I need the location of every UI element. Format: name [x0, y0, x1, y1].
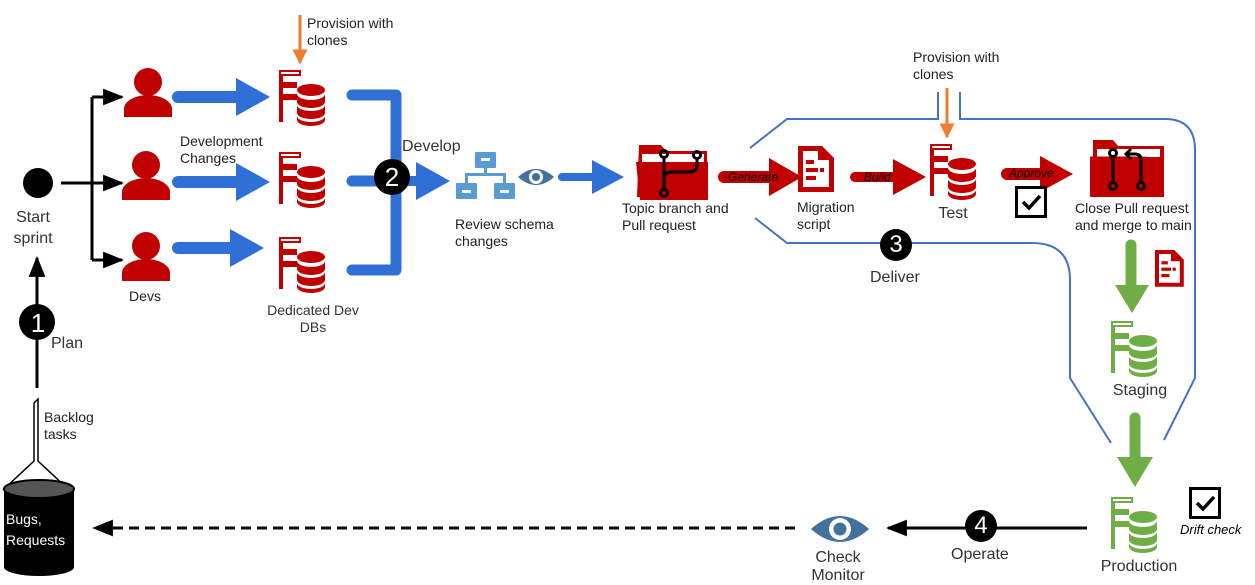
- server-database-icon: [279, 152, 325, 208]
- phase-1-label: Plan: [51, 335, 84, 352]
- provision-dev-label: Provision with clones: [307, 15, 394, 48]
- production-label: Production: [1100, 558, 1178, 575]
- review-to-branch-arrow: [558, 160, 624, 194]
- generate-label: Generate: [728, 170, 779, 184]
- eye-icon: [811, 516, 869, 542]
- bugs-requests-label: Bugs, Requests: [6, 511, 66, 548]
- phase-3-label: Deliver: [870, 269, 920, 286]
- checkbox-checked-icon: [1188, 486, 1222, 520]
- phase-3-number: 3: [889, 231, 903, 258]
- test-label: Test: [938, 205, 968, 222]
- phase-2-number: 2: [384, 162, 400, 192]
- topic-branch-label: Topic branch and Pull request: [622, 200, 729, 233]
- provision-test-label: Provision with clones: [913, 49, 1000, 82]
- dev-change-arrow-2: [172, 163, 270, 201]
- drift-check-label: Drift check: [1180, 522, 1242, 537]
- server-database-icon: [1111, 321, 1157, 377]
- deliver-outline-top-left: [749, 92, 939, 149]
- approve-label: Approve: [1009, 166, 1054, 180]
- staging-label: Staging: [1112, 382, 1168, 399]
- phase-1-number: 1: [30, 308, 46, 338]
- phase-4-label: Operate: [951, 546, 1009, 563]
- checkbox-checked-icon: [1014, 185, 1048, 219]
- script-document-icon: [798, 146, 834, 192]
- merge-to-staging-arrowhead: [1115, 285, 1149, 313]
- close-pr-label: Close Pull request and merge to main: [1075, 200, 1192, 233]
- dedicated-dbs-label: Dedicated Dev DBs: [267, 302, 359, 335]
- dev-change-arrow-1: [172, 78, 270, 116]
- phase-2-label: Develop: [402, 138, 461, 155]
- review-schema-label: Review schema changes: [455, 216, 554, 249]
- migration-script-label: Migration script: [797, 199, 855, 232]
- server-database-icon: [930, 144, 976, 200]
- schema-hierarchy-icon: [456, 152, 515, 199]
- git-branch-folder-icon: [636, 145, 708, 200]
- person-icon: [124, 68, 172, 117]
- script-document-icon: [1155, 250, 1184, 287]
- person-icon: [122, 232, 170, 281]
- server-database-icon: [279, 70, 325, 126]
- backlog-tasks-label: Backlog tasks: [44, 409, 94, 442]
- git-merge-folder-icon: [1090, 140, 1164, 197]
- check-monitor-label: Check Monitor: [811, 549, 865, 584]
- workflow-diagram: [2, 15, 1222, 576]
- start-sprint-label: Start sprint: [13, 209, 53, 247]
- eye-icon: [518, 169, 554, 185]
- start-node: [23, 168, 53, 198]
- dev-change-arrow-3: [172, 229, 264, 267]
- person-icon: [122, 151, 170, 200]
- devs-label: Devs: [129, 288, 161, 304]
- development-changes-label: Development Changes: [180, 133, 263, 166]
- build-label: Build: [864, 170, 891, 184]
- server-database-icon: [279, 237, 325, 293]
- deliver-outline-bottom: [754, 217, 1112, 444]
- phase-4-number: 4: [974, 512, 988, 539]
- server-database-icon: [1111, 497, 1157, 553]
- start-dot: [23, 168, 53, 198]
- staging-to-production-arrowhead: [1117, 457, 1153, 487]
